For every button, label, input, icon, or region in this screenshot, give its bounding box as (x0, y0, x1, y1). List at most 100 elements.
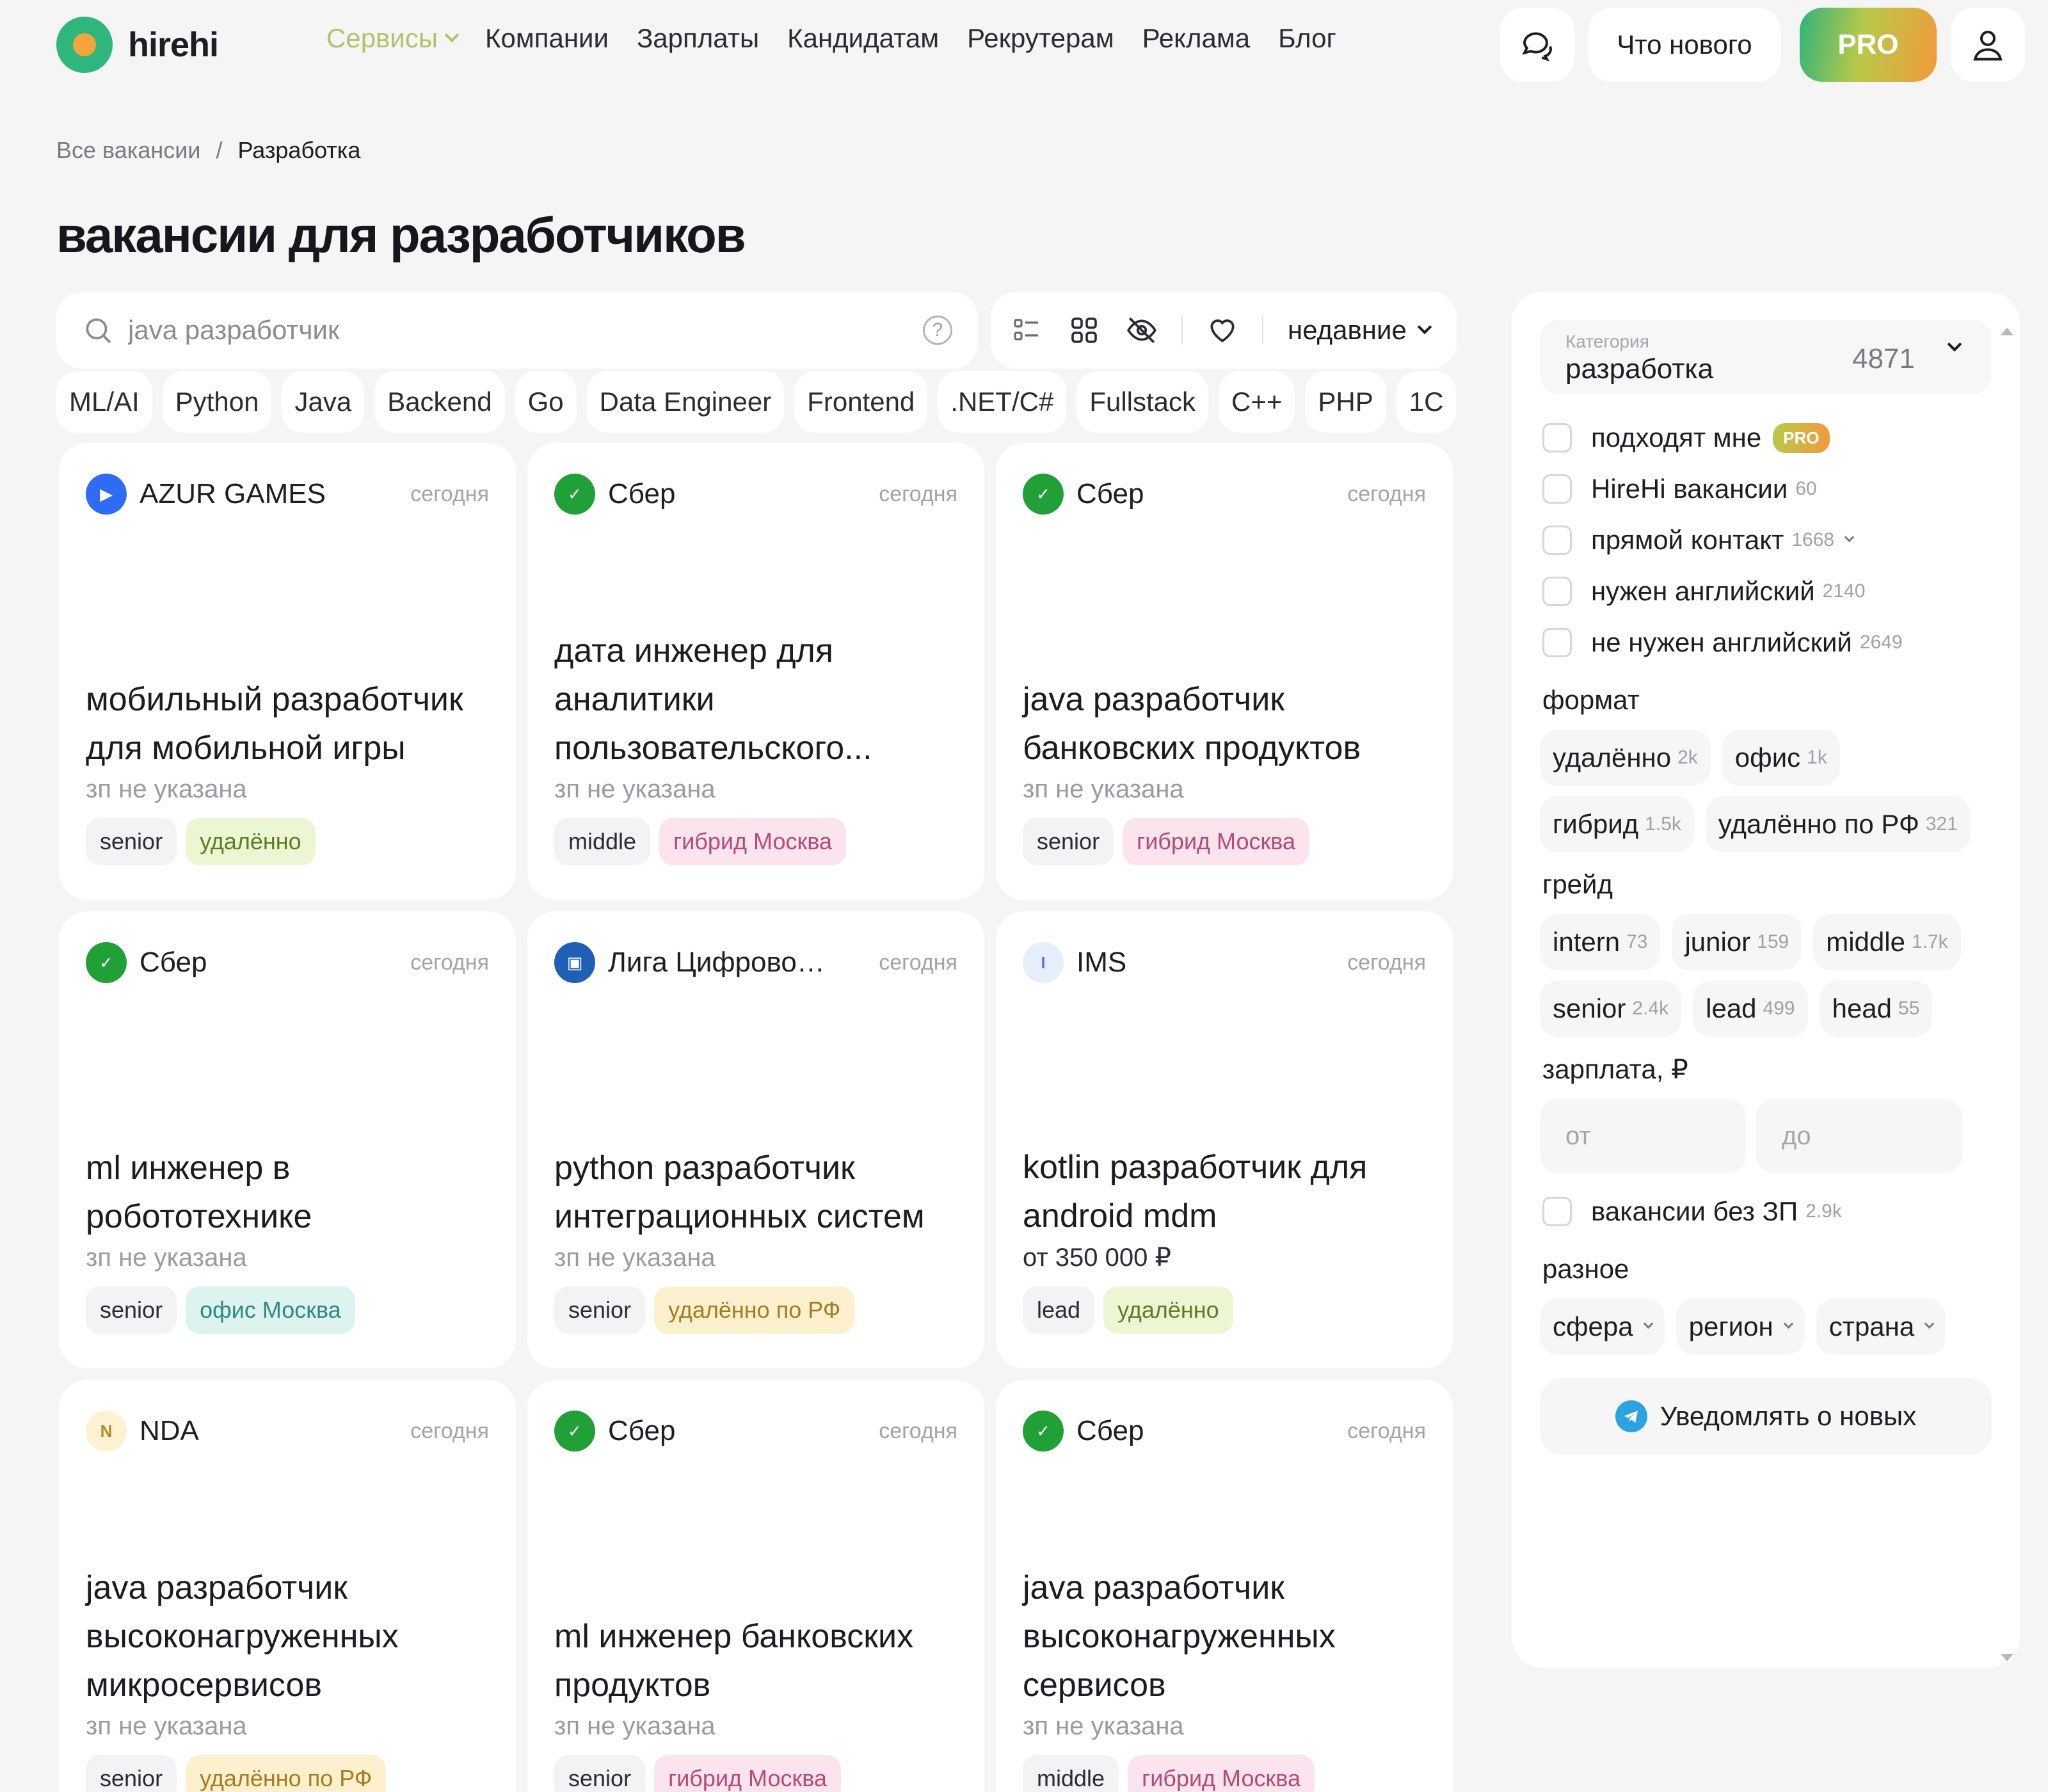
vacancy-title[interactable]: дата инженер для аналитики пользовательс… (554, 627, 957, 772)
chat-button[interactable] (1500, 8, 1574, 82)
vacancy-card[interactable]: ✓ Сбер сегодня ml инженер банковских про… (527, 1380, 984, 1792)
notify-new-button[interactable]: Уведомлять о новых (1540, 1378, 1992, 1455)
chip-python[interactable]: Python (162, 371, 272, 433)
vacancy-card[interactable]: ✓ Сбер сегодня ml инженер в робототехник… (59, 911, 516, 1368)
chip-java[interactable]: Java (282, 371, 365, 433)
grade-pill-junior[interactable]: junior 159 (1672, 914, 1802, 970)
nav-item-recruiters[interactable]: Рекрутерам (967, 23, 1114, 54)
chip-ml-ai[interactable]: ML/AI (56, 371, 152, 433)
checkbox[interactable] (1542, 577, 1572, 606)
format-pill-office[interactable]: офис 1k (1722, 730, 1840, 786)
help-icon[interactable]: ? (923, 316, 952, 345)
vacancy-salary: зп не указана (1023, 1712, 1184, 1740)
vacancy-title[interactable]: java разработчик высоконагруженных серви… (1023, 1564, 1426, 1709)
misc-dropdown-sphere[interactable]: сфера (1540, 1299, 1665, 1355)
grid-view-icon[interactable] (1066, 312, 1102, 348)
vacancy-title[interactable]: ml инженер в робототехнике (86, 1144, 489, 1241)
checkbox[interactable] (1542, 1197, 1572, 1226)
favorites-heart-icon[interactable] (1204, 312, 1240, 348)
vacancy-card[interactable]: ✓ Сбер сегодня java разработчик высокона… (996, 1380, 1453, 1792)
misc-dropdown-country[interactable]: страна (1816, 1299, 1946, 1355)
vacancy-tags: senior офис Москва (86, 1286, 355, 1334)
vacancy-card[interactable]: ✓ Сбер сегодня java разработчик банковск… (996, 443, 1453, 900)
breadcrumb-root[interactable]: Все вакансии (56, 137, 200, 164)
chip-dotnet[interactable]: .NET/C# (938, 371, 1067, 433)
company-name[interactable]: Сбер (1076, 478, 1144, 510)
vacancy-title[interactable]: java разработчик банковских продуктов (1023, 675, 1426, 772)
pro-button[interactable]: PRO (1800, 8, 1937, 82)
filter-no-salary[interactable]: вакансии без ЗП 2.9k (1542, 1186, 1992, 1237)
hide-viewed-icon[interactable] (1124, 312, 1160, 348)
nav-item-salaries[interactable]: Зарплаты (637, 23, 759, 54)
grade-pill-head[interactable]: head 55 (1819, 980, 1933, 1037)
filter-direct-contact[interactable]: прямой контакт 1668 (1542, 515, 1992, 566)
company-name[interactable]: Лига Цифровой ... (608, 947, 838, 979)
chevron-down-icon[interactable] (1844, 532, 1855, 542)
company-name[interactable]: NDA (140, 1415, 199, 1447)
company-name[interactable]: AZUR GAMES (140, 478, 326, 510)
whats-new-button[interactable]: Что нового (1588, 8, 1780, 82)
grade-pill-lead[interactable]: lead 499 (1693, 980, 1808, 1037)
vacancy-title[interactable]: мобильный разработчик для мобильной игры (86, 675, 489, 772)
vacancy-card[interactable]: ✓ Сбер сегодня дата инженер для аналитик… (527, 443, 984, 900)
sort-dropdown[interactable]: недавние (1288, 315, 1432, 346)
chip-backend[interactable]: Backend (374, 371, 505, 433)
chevron-down-icon (1924, 1318, 1935, 1329)
format-pill-remote[interactable]: удалённо 2k (1540, 730, 1711, 786)
grade-pill-intern[interactable]: intern 73 (1540, 914, 1661, 970)
company-name[interactable]: Сбер (140, 947, 207, 979)
card-body: python разработчик интеграционных систем… (554, 1144, 957, 1272)
grade-pill-middle[interactable]: middle 1.7k (1813, 914, 1961, 970)
vacancy-card[interactable]: N NDA сегодня java разработчик высоконаг… (59, 1380, 516, 1792)
checkbox[interactable] (1542, 525, 1572, 555)
misc-dropdown-region[interactable]: регион (1676, 1299, 1805, 1355)
vacancy-title[interactable]: python разработчик интеграционных систем (554, 1144, 957, 1241)
pill-count: 1.7k (1911, 931, 1948, 952)
sber-logo-icon: ✓ (554, 1411, 595, 1452)
vacancy-card[interactable]: ▣ Лига Цифровой ... сегодня python разра… (527, 911, 984, 1368)
nav-item-ads[interactable]: Реклама (1142, 23, 1250, 54)
search-input[interactable] (128, 315, 923, 346)
vacancy-title[interactable]: java разработчик высоконагруженных микро… (86, 1564, 489, 1709)
nav-item-services[interactable]: Сервисы (326, 23, 460, 54)
brand-logo[interactable]: hirehi (56, 17, 219, 73)
company-name[interactable]: Сбер (608, 478, 675, 510)
nav-item-candidates[interactable]: Кандидатам (787, 23, 939, 54)
company-name[interactable]: Сбер (1076, 1415, 1144, 1447)
pill-count: 73 (1626, 931, 1648, 952)
toolbar-divider (1262, 316, 1263, 344)
company-name[interactable]: IMS (1076, 947, 1126, 979)
nav-item-blog[interactable]: Блог (1278, 23, 1336, 54)
salary-from-input[interactable] (1540, 1099, 1746, 1173)
checkbox[interactable] (1542, 474, 1572, 504)
category-select[interactable]: Категория разработка 4871 (1540, 320, 1992, 394)
scroll-up-arrow-icon[interactable] (2001, 328, 2013, 335)
filter-english-required[interactable]: нужен английский 2140 (1542, 566, 1992, 617)
chip-frontend[interactable]: Frontend (794, 371, 928, 433)
scroll-down-arrow-icon[interactable] (2001, 1654, 2013, 1661)
chip-fullstack[interactable]: Fullstack (1076, 371, 1209, 433)
chip-1c[interactable]: 1С (1396, 371, 1457, 433)
company-name[interactable]: Сбер (608, 1415, 675, 1447)
vacancy-card[interactable]: ▶ AZUR GAMES сегодня мобильный разработч… (59, 443, 516, 900)
profile-button[interactable] (1951, 8, 2025, 82)
checkbox[interactable] (1542, 628, 1572, 657)
chip-go[interactable]: Go (515, 371, 577, 433)
format-pill-hybrid[interactable]: гибрид 1.5k (1540, 796, 1694, 852)
salary-to-input[interactable] (1756, 1099, 1962, 1173)
filter-english-not-required[interactable]: не нужен английский 2649 (1542, 617, 1992, 668)
vacancy-salary: зп не указана (1023, 775, 1184, 803)
vacancy-title[interactable]: kotlin разработчик для android mdm (1023, 1143, 1426, 1240)
grade-pill-senior[interactable]: senior 2.4k (1540, 980, 1682, 1037)
vacancy-card[interactable]: I IMS сегодня kotlin разработчик для and… (996, 911, 1453, 1368)
filter-hirehi-vacancies[interactable]: HireHi вакансии 60 (1542, 463, 1992, 515)
checkbox[interactable] (1542, 423, 1572, 452)
filter-suits-me[interactable]: подходят мне PRO (1542, 412, 1992, 463)
list-view-icon[interactable] (1009, 312, 1044, 348)
format-pill-remote-rf[interactable]: удалённо по РФ 321 (1705, 796, 1971, 852)
chip-data-engineer[interactable]: Data Engineer (586, 371, 785, 433)
vacancy-title[interactable]: ml инженер банковских продуктов (554, 1612, 957, 1709)
chip-cpp[interactable]: C++ (1219, 371, 1295, 433)
chip-php[interactable]: PHP (1305, 371, 1386, 433)
nav-item-companies[interactable]: Компании (485, 23, 609, 54)
